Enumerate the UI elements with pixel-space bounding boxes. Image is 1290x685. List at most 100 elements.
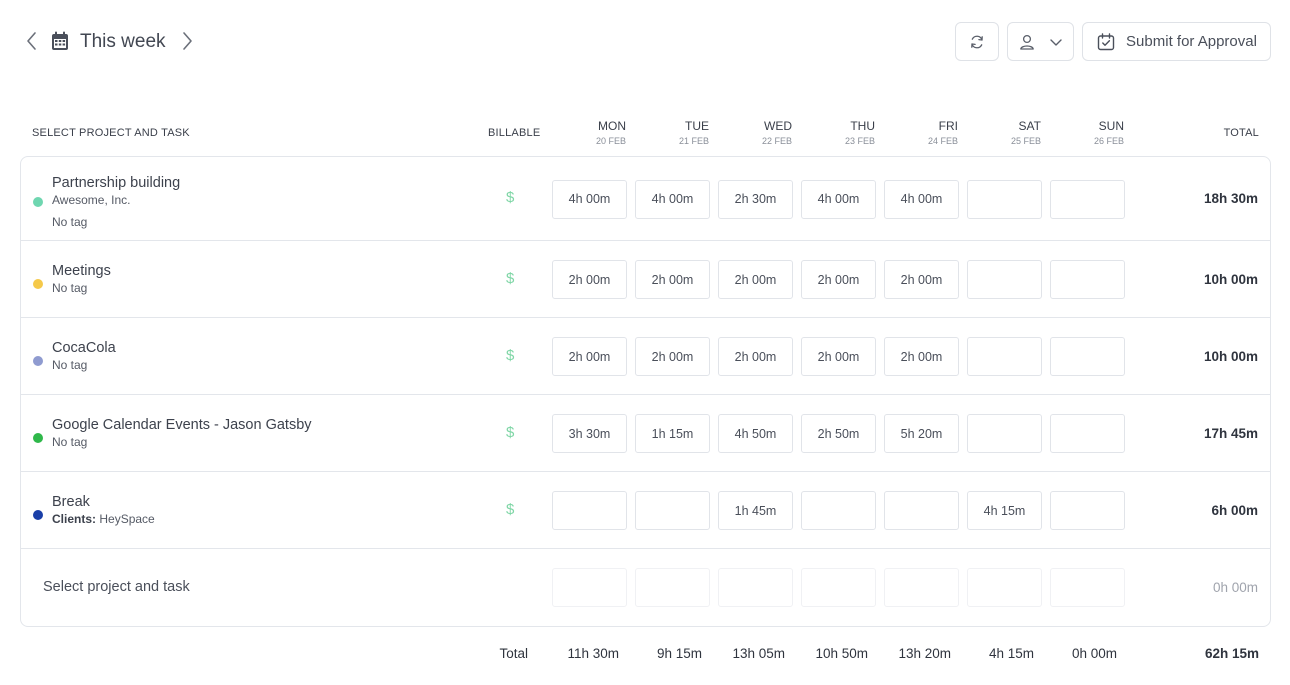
- time-entry-cell[interactable]: [967, 414, 1042, 453]
- day-total: 13h 05m: [732, 646, 785, 661]
- time-entry-cell[interactable]: 2h 00m: [552, 260, 627, 299]
- time-entry-cell[interactable]: [967, 337, 1042, 376]
- select-project-and-task[interactable]: Select project and task: [43, 579, 190, 595]
- time-entry-cell[interactable]: 3h 30m: [552, 414, 627, 453]
- chevron-down-icon: [1049, 38, 1062, 46]
- project-color-dot: [33, 278, 43, 289]
- day-date: 25 FEB: [1010, 136, 1041, 146]
- time-entry-cell[interactable]: 2h 00m: [635, 260, 710, 299]
- billable-column-header: BILLABLE: [488, 127, 541, 139]
- day-header-wed: WED 22 FEB: [717, 119, 792, 147]
- day-name: TUE: [685, 119, 709, 133]
- time-entry-cell[interactable]: 2h 00m: [718, 337, 793, 376]
- time-entry-cell[interactable]: [1050, 414, 1125, 453]
- day-header-tue: TUE 21 FEB: [634, 119, 709, 147]
- time-entry-cell[interactable]: [552, 568, 627, 607]
- timesheet-row: CocaCola No tag $2h 00m 2h 00m 2h 00m 2h 00m 2…: [21, 318, 1270, 395]
- chevron-right-icon: [183, 32, 192, 50]
- project-color-dot: [33, 432, 43, 443]
- day-total: 0h 00m: [1071, 646, 1117, 661]
- time-entry-cell[interactable]: [552, 491, 627, 530]
- time-entry-cell[interactable]: [1050, 260, 1125, 299]
- billable-icon[interactable]: $: [506, 189, 514, 206]
- timesheet-row: Meetings No tag $2h 00m 2h 00m 2h 00m 2h 00m 2…: [21, 241, 1270, 318]
- user-filter-dropdown[interactable]: [1007, 22, 1074, 61]
- time-entry-cell[interactable]: [967, 179, 1042, 219]
- time-entry-cell[interactable]: [801, 491, 876, 530]
- day-name: SAT: [1018, 119, 1041, 133]
- time-entry-cell[interactable]: 1h 15m: [635, 414, 710, 453]
- time-entry-cell[interactable]: 2h 00m: [635, 337, 710, 376]
- time-entry-cell[interactable]: [801, 568, 876, 607]
- time-entry-cell[interactable]: 1h 45m: [718, 491, 793, 530]
- next-week-button[interactable]: [176, 29, 198, 53]
- calendar-check-icon: [1097, 32, 1115, 50]
- billable-icon[interactable]: $: [506, 501, 514, 518]
- tag-label[interactable]: No tag: [52, 358, 87, 373]
- day-total: 10h 50m: [815, 646, 868, 661]
- refresh-button[interactable]: [955, 22, 999, 61]
- time-entry-cell[interactable]: 2h 00m: [552, 337, 627, 376]
- project-name[interactable]: Break: [52, 493, 90, 511]
- project-name[interactable]: Meetings: [52, 262, 111, 280]
- time-entry-cell[interactable]: 4h 00m: [552, 179, 627, 219]
- day-total: 9h 15m: [656, 646, 702, 661]
- time-entry-cell[interactable]: 5h 20m: [884, 414, 959, 453]
- day-name: MON: [598, 119, 626, 133]
- time-entry-cell[interactable]: [1050, 568, 1125, 607]
- time-entry-cell[interactable]: 2h 00m: [801, 260, 876, 299]
- tag-label[interactable]: No tag: [52, 215, 87, 230]
- time-entry-cell[interactable]: [967, 568, 1042, 607]
- time-entry-cell[interactable]: [1050, 337, 1125, 376]
- time-entry-cell[interactable]: [1050, 491, 1125, 530]
- time-entry-cell[interactable]: 4h 00m: [801, 179, 876, 219]
- time-entry-cell[interactable]: 4h 00m: [884, 179, 959, 219]
- time-entry-cell[interactable]: [635, 568, 710, 607]
- time-entry-cell[interactable]: [967, 260, 1042, 299]
- day-header-thu: THU 23 FEB: [800, 119, 875, 147]
- time-entry-cell[interactable]: 4h 00m: [635, 179, 710, 219]
- time-entry-cell[interactable]: [884, 491, 959, 530]
- billable-icon[interactable]: $: [506, 347, 514, 364]
- timesheet-table: Partnership building Awesome, Inc. No tag $…: [20, 156, 1271, 627]
- time-entry-cell[interactable]: [1050, 179, 1125, 219]
- day-name: THU: [850, 119, 875, 133]
- row-total: 6h 00m: [1211, 502, 1258, 518]
- submit-for-approval-button[interactable]: Submit for Approval: [1082, 22, 1271, 61]
- day-header-sun: SUN 26 FEB: [1049, 119, 1124, 147]
- project-name[interactable]: CocaCola: [52, 339, 116, 357]
- billable-icon[interactable]: $: [506, 270, 514, 287]
- grand-total: 62h 15m: [1204, 646, 1259, 661]
- tag-label[interactable]: No tag: [52, 435, 87, 450]
- time-entry-cell[interactable]: 2h 00m: [718, 260, 793, 299]
- project-name[interactable]: Partnership building: [52, 174, 180, 192]
- tag-label[interactable]: No tag: [52, 281, 87, 296]
- time-entry-cell[interactable]: 2h 30m: [718, 179, 793, 219]
- previous-week-button[interactable]: [21, 29, 43, 53]
- timesheet-row: Partnership building Awesome, Inc. No tag $…: [21, 157, 1270, 241]
- time-entry-cell[interactable]: 2h 00m: [801, 337, 876, 376]
- time-entry-cell[interactable]: 2h 50m: [801, 414, 876, 453]
- time-entry-cell[interactable]: [635, 491, 710, 530]
- project-color-dot: [33, 197, 43, 207]
- day-total: 11h 30m: [567, 646, 619, 661]
- time-entry-cell[interactable]: 2h 00m: [884, 260, 959, 299]
- row-total: 0h 00m: [1212, 579, 1258, 595]
- billable-icon[interactable]: $: [506, 424, 514, 441]
- calendar-icon: [50, 30, 70, 52]
- time-entry-cell[interactable]: 2h 00m: [884, 337, 959, 376]
- day-date: 26 FEB: [1093, 136, 1124, 146]
- timesheet-row: Break Clients: HeySpace $1h 45m 4h 15m 6h 00…: [21, 472, 1270, 549]
- day-header-sat: SAT 25 FEB: [966, 119, 1041, 147]
- client-name: HeySpace: [99, 512, 155, 526]
- time-entry-cell[interactable]: 4h 50m: [718, 414, 793, 453]
- project-name[interactable]: Google Calendar Events - Jason Gatsby: [52, 416, 312, 434]
- day-date: 22 FEB: [761, 136, 792, 146]
- client-name: Awesome, Inc.: [52, 193, 131, 207]
- day-total: 13h 20m: [898, 646, 951, 661]
- time-entry-cell[interactable]: [884, 568, 959, 607]
- time-entry-cell[interactable]: [718, 568, 793, 607]
- footer-total-label: Total: [499, 646, 528, 661]
- day-name: SUN: [1098, 119, 1124, 133]
- time-entry-cell[interactable]: 4h 15m: [967, 491, 1042, 530]
